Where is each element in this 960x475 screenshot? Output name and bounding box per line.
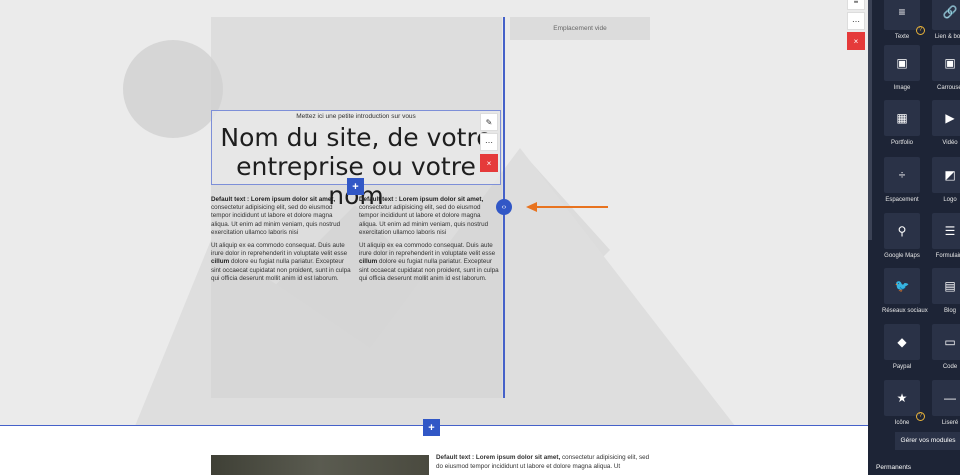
module-label: Espacement xyxy=(885,197,919,203)
more-options-button[interactable]: ⋯ xyxy=(480,133,498,151)
module-label: Code xyxy=(942,364,958,370)
circle-placeholder xyxy=(123,40,223,138)
module-ic-ne[interactable]: ★ Icône? xyxy=(882,380,925,426)
module-icon: ▭ xyxy=(932,324,960,360)
text-bold-lead: Default text : Lorem ipsum dolor sit ame… xyxy=(359,196,484,203)
text-bold-word: cillum xyxy=(359,258,378,266)
module-icon: ☰ xyxy=(932,213,960,249)
arrow-annotation xyxy=(526,202,608,212)
module-icon: — xyxy=(932,380,960,416)
module-label: Lien & bout xyxy=(934,34,960,40)
module-label: Portfolio xyxy=(890,140,913,146)
text-bold-lead: Default text : Lorem ipsum dolor sit ame… xyxy=(436,454,561,461)
intro-text[interactable]: Mettez ici une petite introduction sur v… xyxy=(212,113,500,120)
text-paragraph: dolore eu fugiat nulla pariatur. Excepte… xyxy=(211,258,351,282)
module-icon: 🔗 xyxy=(932,0,960,30)
module-icon: ★ xyxy=(884,380,920,416)
module-label: Formulaire xyxy=(935,253,960,259)
module-icon: ⚲ xyxy=(884,213,920,249)
module-label: Liseré xyxy=(941,420,959,426)
module-vid-o[interactable]: ▶ Vidéo xyxy=(930,100,960,146)
text-paragraph: dolore eu fugiat nulla pariatur. Excepte… xyxy=(359,258,499,282)
module-image[interactable]: ▣ Image xyxy=(882,45,922,91)
module-icon: ≡ xyxy=(884,0,920,30)
text-column-left[interactable]: Default text : Lorem ipsum dolor sit ame… xyxy=(211,196,351,288)
module-r-seaux-sociaux[interactable]: 🐦 Réseaux sociaux xyxy=(882,268,928,314)
manage-modules-button[interactable]: Gérer vos modules xyxy=(895,432,960,450)
module-icon: ▦ xyxy=(884,100,920,136)
module-icon: ◩ xyxy=(932,157,960,193)
module-formulaire[interactable]: ☰ Formulaire xyxy=(930,213,960,259)
module-espacement[interactable]: ÷ Espacement xyxy=(882,157,922,203)
module-paypal[interactable]: ◆ Paypal xyxy=(882,324,922,370)
module-label: Vidéo xyxy=(942,140,958,146)
module-icon: 🐦 xyxy=(884,268,920,304)
module-label: Blog xyxy=(943,308,956,314)
editor-canvas: Emplacement vide ‹› Mettez ici une petit… xyxy=(0,0,868,475)
menu-icon[interactable]: ≡ xyxy=(847,0,865,10)
text-bold-lead: Default text : Lorem ipsum dolor sit ame… xyxy=(211,196,336,203)
edit-button[interactable]: ✎ xyxy=(480,113,498,131)
text-paragraph: consectetur adipisicing elit, sed do eiu… xyxy=(359,204,489,236)
help-badge-icon[interactable]: ? xyxy=(916,26,925,35)
module-label: Carrousel xyxy=(936,85,960,91)
module-label: Texte xyxy=(894,34,910,40)
module-logo[interactable]: ◩ Logo xyxy=(930,157,960,203)
module-icon: ▶ xyxy=(932,100,960,136)
text-paragraph: Ut aliquip ex ea commodo consequat. Duis… xyxy=(359,242,496,258)
module-liser-[interactable]: — Liseré xyxy=(930,380,960,426)
module-code[interactable]: ▭ Code xyxy=(930,324,960,370)
text-paragraph: Ut aliquip ex ea commodo consequat. Duis… xyxy=(211,242,348,258)
module-icon: ▣ xyxy=(932,45,960,81)
permanents-heading: Permanents xyxy=(876,464,912,471)
text-column-right[interactable]: Default text : Lorem ipsum dolor sit ame… xyxy=(359,196,499,288)
text-paragraph: consectetur adipisicing elit, sed do eiu… xyxy=(211,204,341,236)
module-lien-bout[interactable]: 🔗 Lien & bout xyxy=(930,0,960,40)
title-block[interactable]: Mettez ici une petite introduction sur v… xyxy=(211,110,501,210)
text-bold-word: cillum xyxy=(211,258,230,266)
module-label: Paypal xyxy=(892,364,912,370)
module-label: Icône xyxy=(894,420,910,426)
add-section-button[interactable]: + xyxy=(423,419,440,436)
more-options-button[interactable]: ⋯ xyxy=(847,12,865,30)
module-carrousel[interactable]: ▣Carrousel? xyxy=(930,45,960,91)
module-icon: ÷ xyxy=(884,157,920,193)
module-label: Google Maps xyxy=(884,253,920,259)
module-label: Réseaux sociaux xyxy=(882,308,928,314)
module-texte[interactable]: ≡ Texte? xyxy=(882,0,925,40)
module-label: Logo xyxy=(943,197,957,203)
module-icon: ▤ xyxy=(932,268,960,304)
module-google-maps[interactable]: ⚲ Google Maps xyxy=(882,213,922,259)
module-label: Image xyxy=(893,85,911,91)
delete-button[interactable]: × xyxy=(480,154,498,172)
close-button[interactable]: × xyxy=(847,32,865,50)
module-icon: ▣ xyxy=(884,45,920,81)
add-block-button[interactable]: + xyxy=(347,178,364,195)
sidebar-scrollbar[interactable] xyxy=(868,0,872,240)
section-text[interactable]: Default text : Lorem ipsum dolor sit ame… xyxy=(436,454,652,471)
empty-slot[interactable]: Emplacement vide xyxy=(510,17,650,40)
module-portfolio[interactable]: ▦ Portfolio xyxy=(882,100,922,146)
section-image[interactable] xyxy=(211,455,429,475)
module-icon: ◆ xyxy=(884,324,920,360)
help-badge-icon[interactable]: ? xyxy=(916,412,925,421)
module-blog[interactable]: ▤ Blog xyxy=(930,268,960,314)
